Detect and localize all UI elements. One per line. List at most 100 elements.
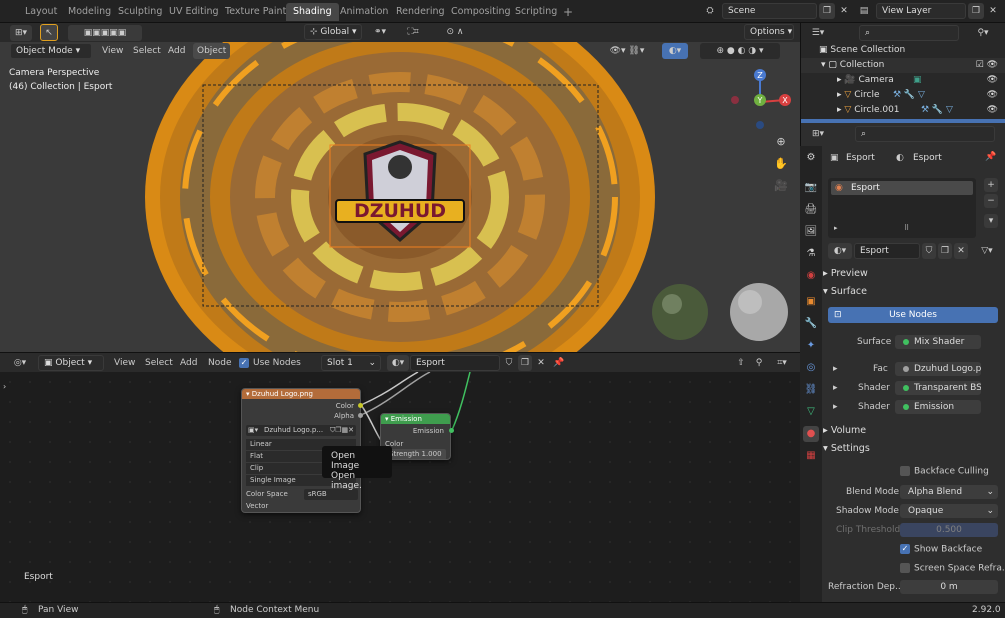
tab-shading[interactable]: Shading xyxy=(286,3,339,21)
unlink-material-icon[interactable]: ✕ xyxy=(534,355,548,371)
material-slot-item[interactable]: ◉ Esport xyxy=(831,181,973,195)
tab-layout[interactable]: Layout xyxy=(18,3,64,21)
node-menu-view[interactable]: View xyxy=(114,355,135,371)
snap-mode-icon[interactable]: ⌗▾ xyxy=(770,355,794,371)
new-scene-icon[interactable]: ❐ xyxy=(819,3,835,19)
section-surface[interactable]: ▾ Surface xyxy=(823,283,1005,301)
shader2-expand-icon[interactable]: ▸ xyxy=(833,402,838,412)
use-nodes-checkbox[interactable]: ✓ Use Nodes xyxy=(239,355,301,371)
outliner-item-circle[interactable]: ▸ ▽ Circle ⚒ 🔧 ▽ 👁 xyxy=(801,88,1005,103)
image-node-header[interactable]: ▾ Dzuhud Logo.png xyxy=(242,389,360,399)
fac-value[interactable]: Dzuhud Logo.png xyxy=(895,362,981,376)
tab-sculpting[interactable]: Sculpting xyxy=(111,3,169,21)
scene-icon[interactable]: ⛭ xyxy=(702,3,718,19)
tab-texture-paint[interactable]: Texture Paint xyxy=(218,3,293,21)
pin-icon[interactable]: 📌 xyxy=(985,152,996,162)
image-buttons[interactable]: ⛉❐▦✕ xyxy=(330,425,354,436)
circle-001-visibility-icon[interactable]: 👁 xyxy=(987,103,998,118)
fake-user-icon[interactable]: ⛉ xyxy=(922,243,936,259)
outliner-scene-collection[interactable]: ▣ Scene Collection xyxy=(801,43,1005,58)
orientation-dropdown[interactable]: ⊹ Global ▾ xyxy=(304,24,362,40)
tab-modeling[interactable]: Modeling xyxy=(61,3,118,21)
slot-resize-icon[interactable]: ⠿ xyxy=(904,224,909,232)
select-tool-icon[interactable]: ↖ xyxy=(40,24,58,41)
outliner-item-camera[interactable]: ▸ 🎥 Camera ▣ 👁 xyxy=(801,73,1005,88)
duplicate-material-icon[interactable]: ❐ xyxy=(938,243,952,259)
snap-icon[interactable]: ⛶⌗ xyxy=(398,24,428,40)
parent-node-tree-icon[interactable]: ⇧ xyxy=(734,355,748,371)
modifier-tab-icon[interactable]: 🔧 xyxy=(803,316,819,332)
blend-mode-dropdown[interactable]: Alpha Blend ⌄ xyxy=(900,485,998,499)
view-layer-tab-icon[interactable]: 🖼 xyxy=(803,224,819,240)
node-editor[interactable]: ▾ Dzuhud Logo.png Color Alpha ▣▾ Dzuhud L… xyxy=(0,372,800,602)
filter-icon[interactable]: ⚲▾ xyxy=(971,25,995,41)
tab-compositing[interactable]: Compositing xyxy=(444,3,518,21)
tab-uv-editing[interactable]: UV Editing xyxy=(162,3,226,21)
refraction-depth-field[interactable]: 0 m xyxy=(900,580,998,594)
delete-scene-icon[interactable]: ✕ xyxy=(836,3,852,19)
image-datablock[interactable]: ▣▾ Dzuhud Logo.p... ⛉❐▦✕ xyxy=(246,425,356,436)
delete-view-layer-icon[interactable]: ✕ xyxy=(985,3,1001,19)
proportional-icon[interactable]: ⊙ ∧ xyxy=(440,24,470,40)
editor-type-icon[interactable]: ⊞▾ xyxy=(10,25,32,41)
tab-animation[interactable]: Animation xyxy=(333,3,395,21)
slot-expand-icon[interactable]: ▸ xyxy=(834,224,838,232)
surface-value[interactable]: Mix Shader xyxy=(895,335,981,349)
shadow-mode-dropdown[interactable]: Opaque ⌄ xyxy=(900,504,998,518)
menu-select[interactable]: Select xyxy=(133,43,161,59)
menu-view[interactable]: View xyxy=(102,43,123,59)
out-alpha-socket[interactable]: Alpha xyxy=(246,411,356,422)
new-view-layer-icon[interactable]: ❐ xyxy=(968,3,984,19)
outliner-item-collection[interactable]: ▾ ▢ Collection ☑ 👁 xyxy=(801,58,1005,73)
section-preview[interactable]: ▸ Preview xyxy=(823,265,1005,283)
emission-node-header[interactable]: ▾ Emission xyxy=(381,414,450,424)
menu-add[interactable]: Add xyxy=(168,43,185,59)
collection-visibility-icons[interactable]: ☑ 👁 xyxy=(976,58,998,73)
scene-field[interactable]: Scene xyxy=(722,3,817,19)
duplicate-material-icon[interactable]: ❐ xyxy=(518,355,532,371)
node-menu-add[interactable]: Add xyxy=(180,355,197,371)
select-mode-icons[interactable]: ▣▣▣▣▣ xyxy=(68,25,142,41)
constraints-tab-icon[interactable]: ⛓ xyxy=(803,382,819,398)
shader2-value[interactable]: Emission xyxy=(895,400,981,414)
section-settings[interactable]: ▾ Settings xyxy=(823,440,1005,458)
outliner-search-input[interactable]: ⌕ xyxy=(859,25,959,41)
view-layer-icon[interactable]: ▤ xyxy=(856,3,872,19)
output-tab-icon[interactable]: 🖨 xyxy=(803,202,819,218)
menu-object[interactable]: Object xyxy=(193,43,231,59)
tab-rendering[interactable]: Rendering xyxy=(389,3,452,21)
add-slot-button[interactable]: + xyxy=(984,178,998,192)
remove-slot-button[interactable]: − xyxy=(984,194,998,208)
camera-visibility-icon[interactable]: 👁 xyxy=(987,73,998,88)
properties-search-input[interactable]: ⌕ xyxy=(855,126,995,142)
outliner-item-circle-001[interactable]: ▸ ▽ Circle.001 ⚒ 🔧 ▽ 👁 xyxy=(801,103,1005,118)
snap-icon[interactable]: ⚲ xyxy=(752,355,766,371)
emission-output-socket[interactable]: Emission xyxy=(385,426,446,437)
screen-space-checkbox[interactable]: Screen Space Refra... xyxy=(900,563,1005,574)
shader1-value[interactable]: Transparent BSDF xyxy=(895,381,981,395)
3d-viewport[interactable]: DZUHUD Camera Perspective (46) Collectio… xyxy=(0,42,800,352)
color-socket-dot[interactable] xyxy=(358,403,363,408)
data-tab-icon[interactable]: ▽ xyxy=(803,404,819,420)
pin-icon[interactable]: 📌 xyxy=(552,355,566,371)
browse-material-icon[interactable]: ◐▾ xyxy=(828,243,852,259)
world-tab-icon[interactable]: ◉ xyxy=(803,268,819,284)
material-tab-icon[interactable]: ● xyxy=(803,426,819,442)
node-editor-type-icon[interactable]: ◎▾ xyxy=(8,355,32,371)
vector-socket[interactable]: Vector xyxy=(246,501,356,512)
node-menu-node[interactable]: Node xyxy=(208,355,232,371)
options-dropdown[interactable]: Options ▾ xyxy=(744,24,794,40)
fake-user-icon[interactable]: ⛉ xyxy=(502,355,516,371)
object-tab-icon[interactable]: ▣ xyxy=(803,294,819,310)
view-layer-field[interactable]: View Layer xyxy=(876,3,966,19)
mode-dropdown[interactable]: Object Mode ▾ xyxy=(10,43,92,59)
link-dropdown-icon[interactable]: ▽▾ xyxy=(976,243,998,259)
section-volume[interactable]: ▸ Volume xyxy=(823,422,1005,440)
pivot-icon[interactable]: ⚭▾ xyxy=(368,24,392,40)
material-slot-list[interactable]: ◉ Esport ▸ ⠿ xyxy=(828,178,976,238)
add-workspace-button[interactable]: + xyxy=(556,3,580,21)
outliner-editor-icon[interactable]: ☰▾ xyxy=(807,25,829,41)
unlink-material-icon[interactable]: ✕ xyxy=(954,243,968,259)
properties-editor-icon[interactable]: ⊞▾ xyxy=(807,126,829,142)
tool-tab-icon[interactable]: ⚙ xyxy=(803,150,819,166)
